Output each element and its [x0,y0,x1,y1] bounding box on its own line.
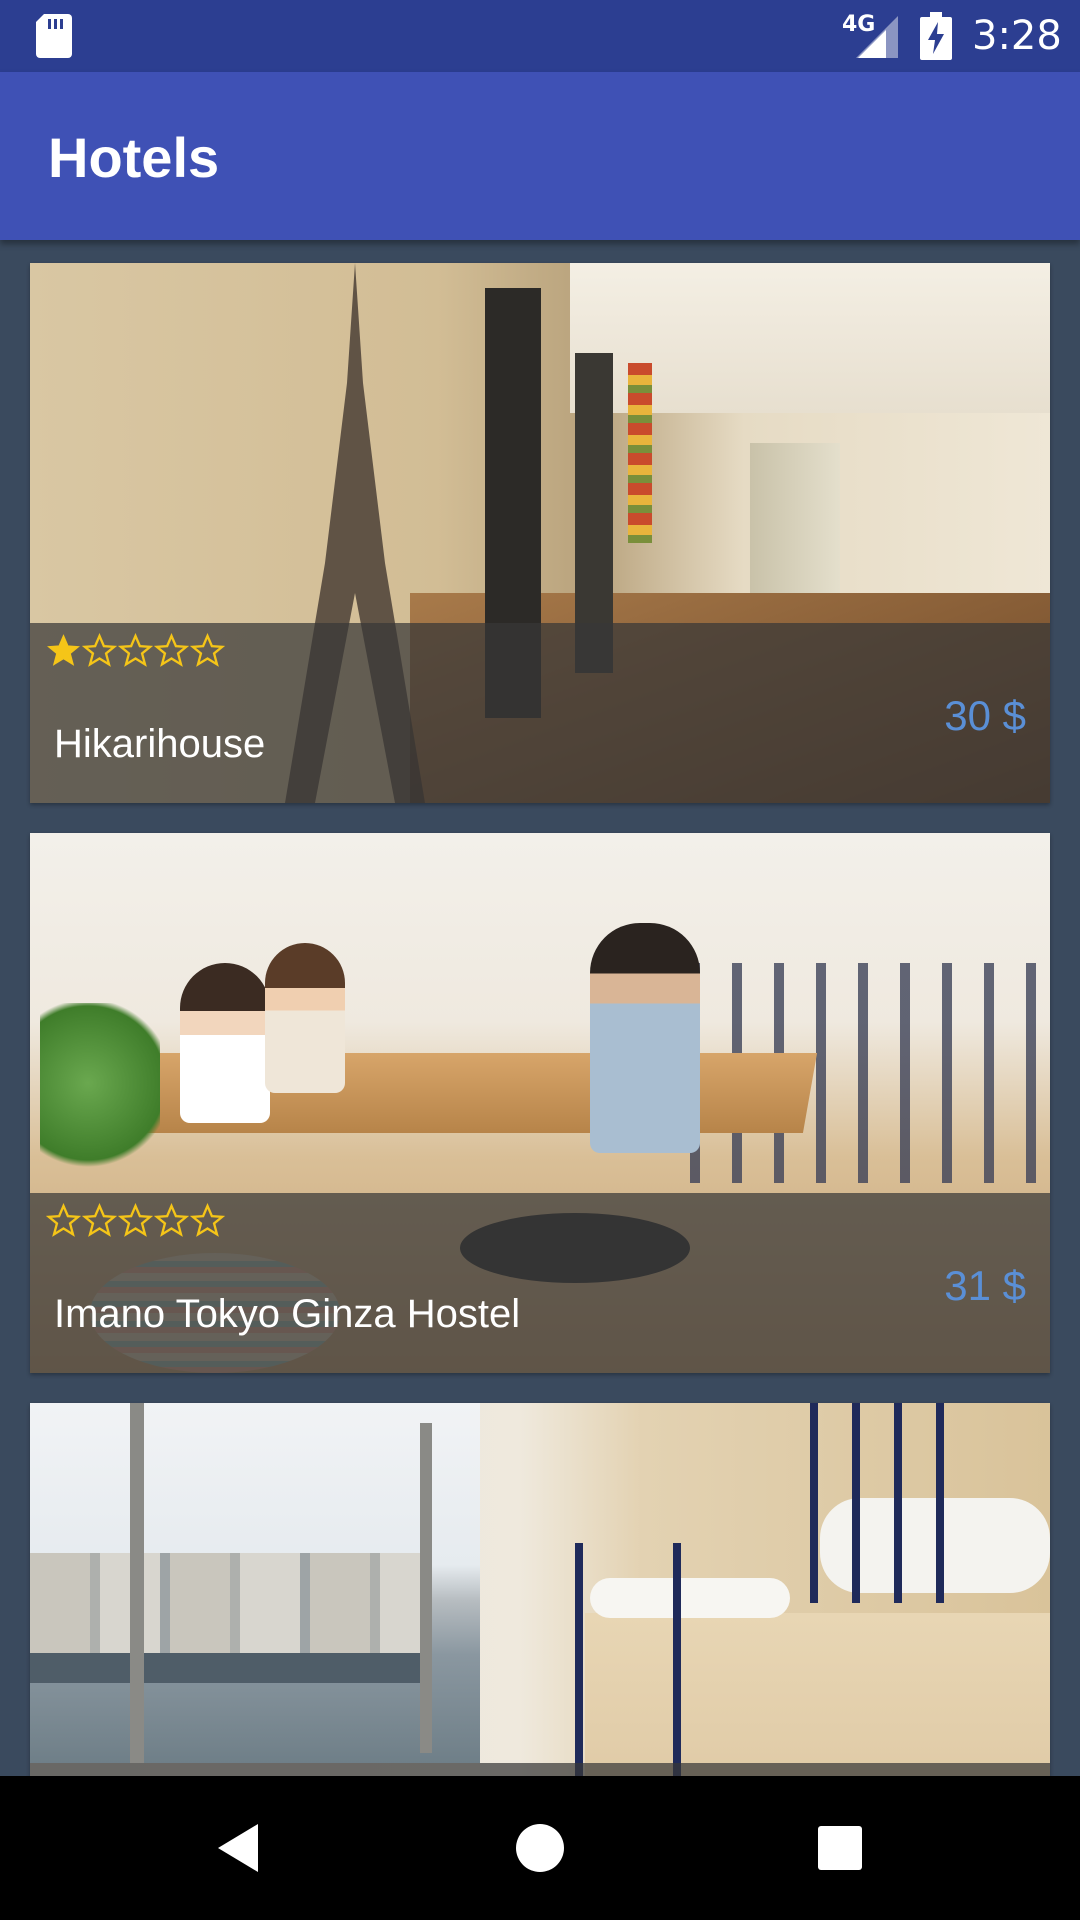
back-icon[interactable] [204,1812,276,1884]
star-filled-icon [47,634,80,666]
star-empty-icon [118,633,153,667]
star-empty-icon [190,633,225,667]
recents-icon[interactable] [804,1812,876,1884]
star-empty-icon [154,1203,189,1237]
clock: 3:28 [972,13,1062,59]
star-empty-icon [154,633,189,667]
hotel-name: Imano Tokyo Ginza Hostel [54,1292,521,1336]
hotel-price: 30 $ [944,692,1026,739]
hotel-info-panel: Hikarihouse 30 $ [30,623,1050,803]
star-empty-icon [118,1203,153,1237]
signal-icon [856,16,898,58]
star-empty-icon [190,1203,225,1237]
hotel-info-panel [30,1763,1050,1776]
home-icon[interactable] [504,1812,576,1884]
hotel-name: Hikarihouse [54,722,266,766]
battery-charging-icon [920,12,952,60]
sd-card-icon [36,14,72,58]
hotel-info-panel: Imano Tokyo Ginza Hostel 31 $ [30,1193,1050,1373]
hotel-card[interactable]: Imano Tokyo Ginza Hostel 31 $ [30,833,1050,1373]
page-title: Hotels [48,126,220,189]
star-empty-icon [46,1203,81,1237]
status-bar: 4G 3:28 [0,0,1080,72]
hotel-photo [30,1403,1050,1776]
hotel-card[interactable]: Hikarihouse 30 $ [30,263,1050,803]
star-empty-icon [82,1203,117,1237]
navigation-bar [0,1776,1080,1920]
star-empty-icon [82,633,117,667]
hotel-price: 31 $ [944,1262,1026,1309]
hotel-list[interactable]: Hikarihouse 30 $ Imano Tokyo Ginza Hoste… [0,240,1080,1776]
star-rating [46,633,225,673]
hotel-card[interactable] [30,1403,1050,1776]
app-bar: Hotels [0,72,1080,240]
star-rating [46,1203,225,1243]
